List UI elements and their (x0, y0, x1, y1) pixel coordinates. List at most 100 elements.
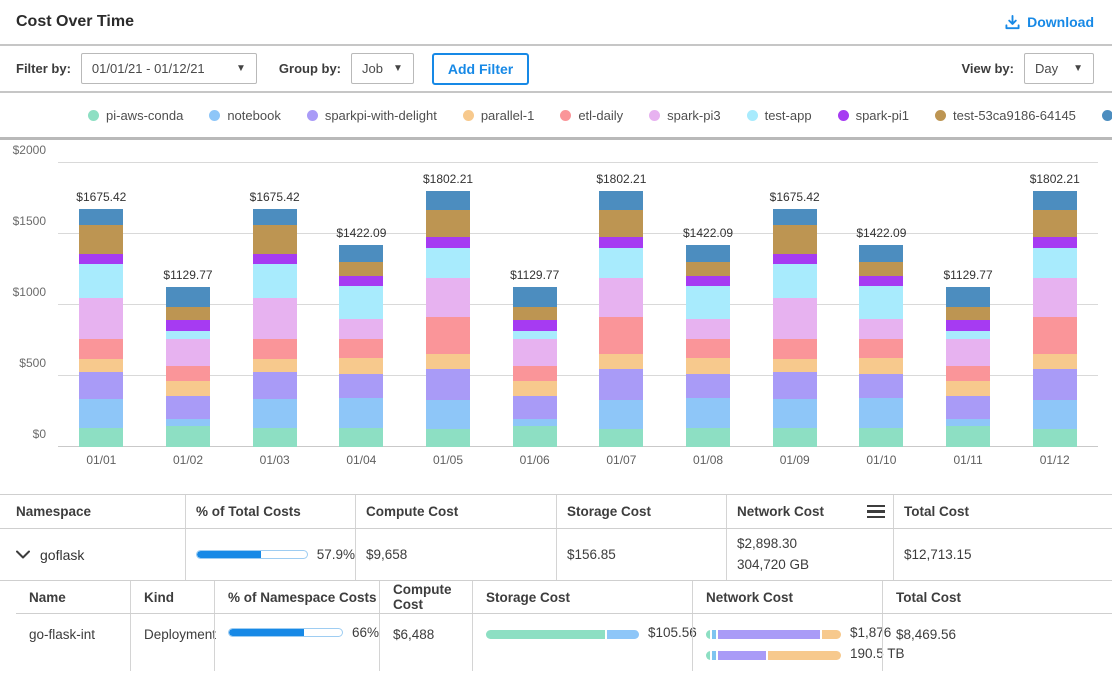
bar-segment-spark-pi1[interactable] (253, 254, 297, 265)
bar-segment-parallel-1[interactable] (339, 358, 383, 374)
bar-segment-notebook[interactable] (1033, 400, 1077, 428)
bar-column-01/08[interactable]: $1422.09 (665, 103, 752, 447)
bar-segment-spark-pi3[interactable] (513, 339, 557, 366)
bar-segment-test-pkix[interactable] (166, 287, 210, 307)
bar-segment-parallel-1[interactable] (426, 354, 470, 369)
bar-segment-spark-pi3[interactable] (599, 278, 643, 316)
bar-segment-pi-aws-conda[interactable] (166, 426, 210, 447)
bar-segment-spark-pi3[interactable] (166, 339, 210, 366)
bar-column-01/09[interactable]: $1675.42 (751, 103, 838, 447)
bar-segment-etl-daily[interactable] (859, 339, 903, 358)
bar-segment-notebook[interactable] (79, 399, 123, 429)
bar-segment-notebook[interactable] (513, 419, 557, 426)
bar-segment-pi-aws-conda[interactable] (773, 428, 817, 447)
bar-segment-parallel-1[interactable] (1033, 354, 1077, 369)
bar-segment-sparkpi-with-delight[interactable] (166, 396, 210, 419)
bar-segment-notebook[interactable] (339, 398, 383, 428)
bar-segment-spark-pi3[interactable] (773, 298, 817, 338)
bar-segment-sparkpi-with-delight[interactable] (599, 369, 643, 401)
bar-column-01/03[interactable]: $1675.42 (231, 103, 318, 447)
bar-segment-pi-aws-conda[interactable] (253, 428, 297, 447)
bar-segment-etl-daily[interactable] (339, 339, 383, 358)
bar-segment-parallel-1[interactable] (166, 381, 210, 396)
bar-segment-notebook[interactable] (859, 398, 903, 428)
table-row-go-flask-int[interactable]: go-flask-int Deployment 66% $6,488 $105.… (16, 614, 1112, 671)
legend-item-test-pkix[interactable]: test-pkix (1102, 108, 1112, 123)
bar-segment-spark-pi1[interactable] (513, 320, 557, 331)
view-by-select[interactable]: Day ▼ (1024, 53, 1094, 84)
bar-segment-test-53ca9186-64145[interactable] (166, 307, 210, 320)
bar-segment-spark-pi1[interactable] (946, 320, 990, 331)
bar-segment-notebook[interactable] (253, 399, 297, 429)
bar-segment-sparkpi-with-delight[interactable] (253, 372, 297, 399)
bar-segment-spark-pi3[interactable] (79, 298, 123, 338)
bar-segment-test-pkix[interactable] (253, 209, 297, 225)
bar-segment-test-app[interactable] (1033, 248, 1077, 279)
bar-segment-spark-pi3[interactable] (686, 319, 730, 338)
bar-segment-notebook[interactable] (686, 398, 730, 428)
bar-segment-sparkpi-with-delight[interactable] (946, 396, 990, 419)
bar-segment-etl-daily[interactable] (1033, 317, 1077, 354)
bar-segment-etl-daily[interactable] (599, 317, 643, 354)
bar-segment-test-53ca9186-64145[interactable] (859, 262, 903, 276)
bar-segment-parallel-1[interactable] (773, 359, 817, 371)
bar-segment-pi-aws-conda[interactable] (79, 428, 123, 447)
bar-segment-spark-pi1[interactable] (599, 237, 643, 248)
bar-segment-test-pkix[interactable] (686, 245, 730, 261)
bar-segment-sparkpi-with-delight[interactable] (79, 372, 123, 399)
bar-segment-spark-pi1[interactable] (339, 276, 383, 287)
bar-segment-etl-daily[interactable] (79, 339, 123, 359)
bar-segment-parallel-1[interactable] (859, 358, 903, 374)
bar-segment-pi-aws-conda[interactable] (513, 426, 557, 447)
bar-segment-test-app[interactable] (339, 286, 383, 319)
bar-segment-etl-daily[interactable] (426, 317, 470, 354)
bar-segment-spark-pi1[interactable] (686, 276, 730, 287)
date-range-select[interactable]: 01/01/21 - 01/12/21 ▼ (81, 53, 257, 84)
bar-segment-test-pkix[interactable] (859, 245, 903, 261)
add-filter-button[interactable]: Add Filter (432, 53, 529, 85)
bar-segment-test-app[interactable] (859, 286, 903, 319)
column-menu-icon[interactable] (867, 505, 885, 519)
bar-segment-etl-daily[interactable] (686, 339, 730, 358)
bar-segment-etl-daily[interactable] (166, 366, 210, 380)
bar-segment-test-53ca9186-64145[interactable] (686, 262, 730, 276)
bar-segment-spark-pi3[interactable] (426, 278, 470, 316)
bar-segment-test-pkix[interactable] (599, 191, 643, 210)
bar-segment-pi-aws-conda[interactable] (859, 428, 903, 447)
bar-segment-pi-aws-conda[interactable] (686, 428, 730, 447)
bar-segment-test-53ca9186-64145[interactable] (426, 210, 470, 237)
bar-column-01/05[interactable]: $1802.21 (405, 103, 492, 447)
bar-segment-notebook[interactable] (946, 419, 990, 426)
bar-segment-sparkpi-with-delight[interactable] (426, 369, 470, 401)
bar-segment-spark-pi3[interactable] (946, 339, 990, 366)
bar-segment-sparkpi-with-delight[interactable] (773, 372, 817, 399)
bar-segment-parallel-1[interactable] (946, 381, 990, 396)
bar-segment-test-pkix[interactable] (339, 245, 383, 261)
bar-column-01/10[interactable]: $1422.09 (838, 103, 925, 447)
bar-segment-test-53ca9186-64145[interactable] (946, 307, 990, 320)
group-by-select[interactable]: Job ▼ (351, 53, 414, 84)
bar-segment-sparkpi-with-delight[interactable] (513, 396, 557, 419)
download-button[interactable]: Download (1005, 14, 1094, 30)
bar-segment-parallel-1[interactable] (599, 354, 643, 369)
bar-segment-spark-pi3[interactable] (1033, 278, 1077, 316)
bar-segment-sparkpi-with-delight[interactable] (686, 374, 730, 398)
bar-segment-test-53ca9186-64145[interactable] (513, 307, 557, 320)
bar-segment-etl-daily[interactable] (946, 366, 990, 380)
bar-segment-test-app[interactable] (166, 331, 210, 339)
bar-segment-test-app[interactable] (946, 331, 990, 339)
bar-segment-test-pkix[interactable] (1033, 191, 1077, 210)
bar-segment-pi-aws-conda[interactable] (599, 429, 643, 447)
bar-segment-etl-daily[interactable] (513, 366, 557, 380)
collapse-chevron-icon[interactable] (16, 550, 30, 559)
bar-segment-test-53ca9186-64145[interactable] (253, 225, 297, 254)
bar-segment-pi-aws-conda[interactable] (426, 429, 470, 447)
bar-segment-spark-pi1[interactable] (859, 276, 903, 287)
bar-segment-test-pkix[interactable] (513, 287, 557, 307)
bar-segment-test-53ca9186-64145[interactable] (1033, 210, 1077, 237)
bar-segment-notebook[interactable] (773, 399, 817, 429)
bar-segment-test-app[interactable] (426, 248, 470, 279)
bar-column-01/06[interactable]: $1129.77 (491, 103, 578, 447)
bar-column-01/12[interactable]: $1802.21 (1011, 103, 1098, 447)
bar-segment-etl-daily[interactable] (253, 339, 297, 359)
